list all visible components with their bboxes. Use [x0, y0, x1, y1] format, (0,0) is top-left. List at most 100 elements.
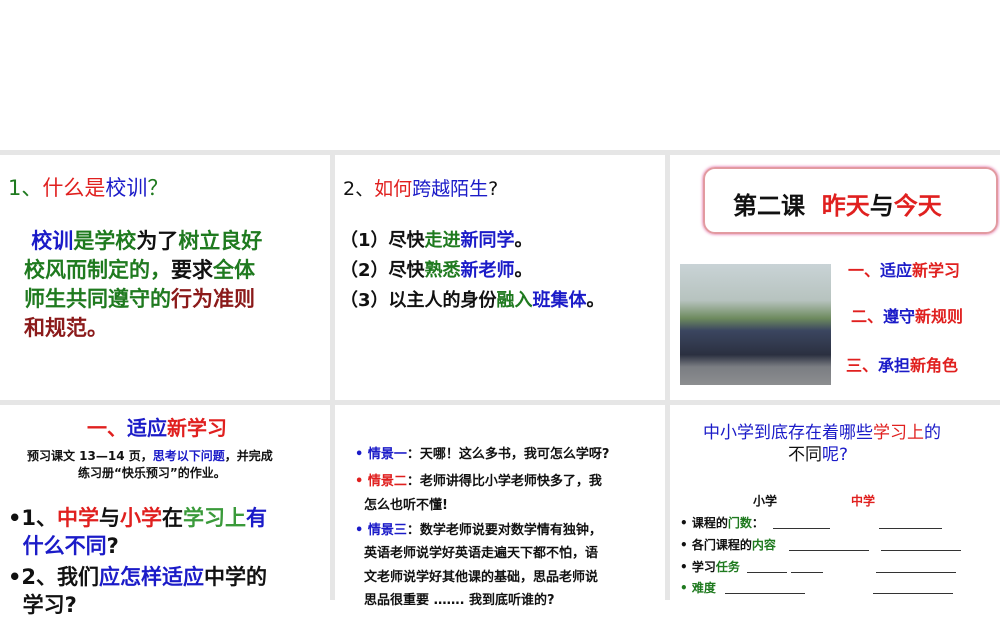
- slide4-question: •2、我们应怎样适应中学的: [8, 561, 267, 591]
- slide1-body-line: 和规范。: [24, 312, 108, 342]
- slide1-body-line: 校风而制定的，要求全体: [24, 254, 255, 284]
- text-segment: 是学校: [73, 229, 137, 253]
- text-segment: •: [355, 447, 368, 462]
- slide3-item: 一、适应新学习: [848, 257, 960, 281]
- text-segment: ：天哪！这么多书，我可怎么学呀?: [406, 447, 610, 462]
- slide2-title: 2、如何跨越陌生?: [343, 174, 498, 201]
- text-segment: 学习上: [183, 506, 247, 530]
- scenario-line: 文老师说学好其他课的基础，思品老师说: [355, 566, 598, 585]
- lesson-title: 第二课 昨天与今天: [733, 186, 942, 221]
- answer-blank[interactable]: [747, 561, 787, 573]
- text-segment: 师生共同遵守的: [24, 287, 171, 311]
- column-primary: 小学: [753, 494, 778, 508]
- text-segment: 走进: [424, 230, 461, 251]
- text-segment: 不同: [788, 445, 822, 465]
- text-segment: 今天: [893, 192, 942, 220]
- text-segment: 任务: [715, 560, 740, 574]
- text-segment: 。: [514, 260, 533, 281]
- scenario-line: • 情景二：老师讲得比小学老师快多了，我: [355, 470, 602, 489]
- answer-blank[interactable]: [879, 517, 942, 529]
- slide2-item: （3）以主人的身份融入班集体。: [340, 286, 605, 312]
- text-segment: 新同学: [460, 230, 515, 251]
- scenario-line: 英语老师说学好英语走遍天下都不怕，语: [355, 542, 598, 561]
- text-segment: 昨天: [821, 192, 870, 220]
- text-segment: 怎么也听不懂!: [355, 498, 448, 513]
- text-segment: ：老师讲得比小学老师快多了，我: [406, 474, 602, 489]
- slide4-question: •1、中学与小学在学习上有: [8, 502, 267, 532]
- text-segment: 适应: [127, 416, 167, 440]
- text-segment: 与: [99, 506, 121, 530]
- text-segment: 校训: [24, 229, 74, 253]
- text-segment: 英语老师说学好英语走遍天下都不怕，语: [355, 546, 599, 561]
- slide1-body-line: 师生共同遵守的行为准则: [24, 283, 255, 313]
- text-segment: 学习?: [8, 593, 77, 617]
- text-segment: ？: [147, 176, 169, 200]
- text-segment: 融入: [496, 290, 533, 311]
- compare-row: • 课程的门数：: [680, 514, 764, 531]
- slide1-title: 1、什么是校训？: [8, 172, 168, 202]
- text-segment: •: [355, 474, 368, 489]
- answer-blank[interactable]: [725, 582, 805, 594]
- slide4-intro: 预习课文 13—14 页，思考以下问题，并完成: [27, 447, 273, 464]
- text-segment: • 各门课程的: [680, 538, 752, 552]
- text-segment: 和规范。: [24, 316, 108, 340]
- slide2-item: （2）尽快熟悉新老师。: [340, 256, 533, 282]
- text-segment: 应怎样适应: [99, 565, 205, 589]
- text-segment: • 难度: [680, 581, 716, 595]
- text-segment: • 课程的: [680, 516, 728, 530]
- answer-blank[interactable]: [773, 517, 830, 529]
- slide6-title: 不同呢?: [788, 440, 848, 465]
- text-segment: •2、我们: [8, 565, 100, 589]
- text-segment: 要求: [171, 258, 213, 282]
- text-segment: 班集体: [532, 290, 587, 311]
- text-segment: ：数学老师说要对数学情有独钟，: [406, 523, 602, 538]
- text-segment: 思考以下问题: [152, 449, 225, 463]
- text-segment: 新学习: [912, 261, 961, 280]
- text-segment: 中学: [57, 506, 100, 530]
- scenario-line: • 情景一：天哪！这么多书，我可怎么学呀?: [355, 443, 609, 462]
- text-segment: 情景一: [367, 447, 407, 462]
- text-segment: 在: [162, 506, 184, 530]
- text-segment: ：: [751, 516, 764, 530]
- students-photo: [680, 264, 831, 385]
- answer-blank[interactable]: [876, 561, 956, 573]
- slide3-item: 二、遵守新规则: [851, 303, 963, 327]
- answer-blank[interactable]: [789, 539, 869, 551]
- answer-blank[interactable]: [791, 561, 823, 573]
- text-segment: 承担: [878, 356, 911, 375]
- text-segment: 什么不同: [8, 534, 107, 558]
- text-segment: 有: [246, 506, 268, 530]
- scenario-line: • 情景三：数学老师说要对数学情有独钟，: [355, 519, 602, 538]
- text-segment: 呢?: [822, 445, 849, 465]
- text-segment: 遵守: [883, 307, 916, 326]
- column-middle: 中学: [851, 494, 876, 508]
- text-segment: 的: [924, 423, 941, 443]
- text-segment: 如何: [374, 178, 413, 200]
- text-segment: （3）以主人的身份: [340, 290, 497, 311]
- answer-blank[interactable]: [881, 539, 961, 551]
- text-segment: 与: [869, 192, 894, 220]
- text-segment: 新规则: [915, 307, 964, 326]
- text-segment: 新学习: [167, 416, 227, 440]
- text-segment: 门数: [727, 516, 752, 530]
- text-segment: 情景二: [367, 474, 407, 489]
- text-segment: （1）尽快: [340, 230, 425, 251]
- text-segment: 新角色: [910, 356, 959, 375]
- text-segment: 熟悉: [424, 260, 461, 281]
- text-segment: 校训: [105, 176, 148, 200]
- answer-blank[interactable]: [873, 582, 953, 594]
- text-segment: 内容: [751, 538, 776, 552]
- text-segment: 1、: [8, 176, 43, 200]
- text-segment: • 学习: [680, 560, 716, 574]
- slide1-body-line: 校训是学校为了树立良好: [24, 225, 262, 255]
- text-segment: （2）尽快: [340, 260, 425, 281]
- text-segment: 全体: [213, 258, 255, 282]
- text-segment: 思品很重要 ……. 我到底听谁的?: [355, 593, 555, 608]
- text-segment: 小学: [120, 506, 163, 530]
- text-segment: 新老师: [460, 260, 515, 281]
- slide4-title: 一、适应新学习: [87, 412, 227, 441]
- compare-row: • 难度: [680, 579, 716, 596]
- slide4-question: 学习?: [8, 589, 77, 619]
- compare-row: • 学习任务: [680, 558, 740, 575]
- text-segment: •1、: [8, 506, 58, 530]
